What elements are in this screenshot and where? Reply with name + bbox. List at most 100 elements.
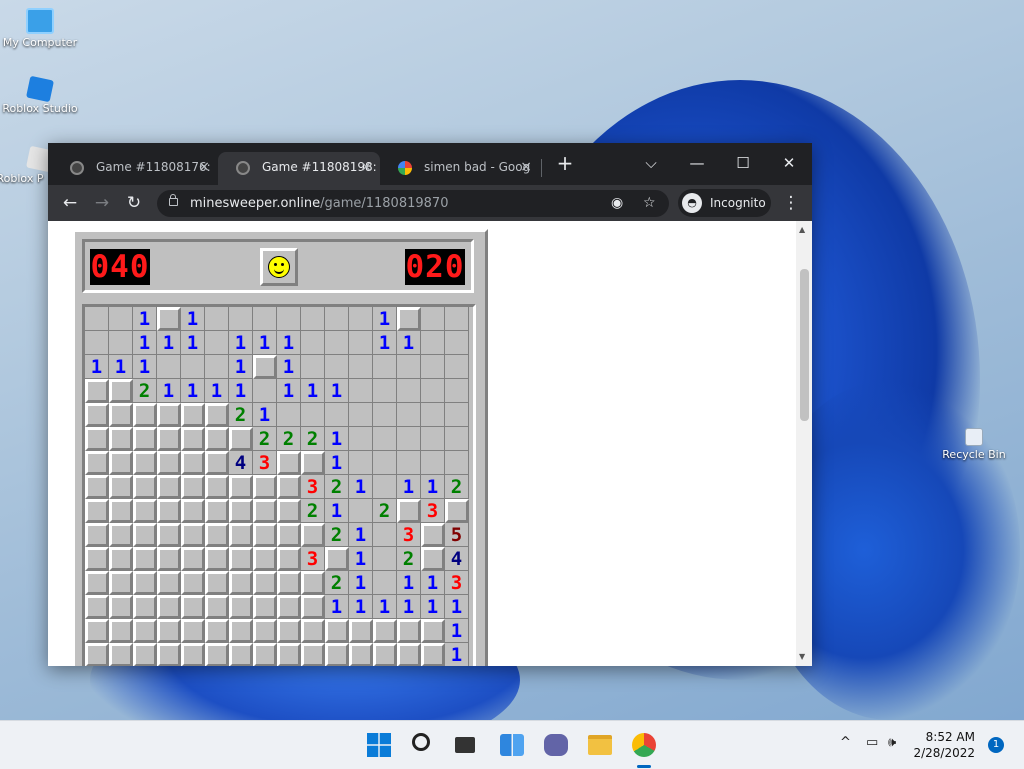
unrevealed-cell[interactable] [277,643,301,666]
number-cell[interactable]: 1 [229,331,253,355]
number-cell[interactable]: 3 [397,523,421,547]
number-cell[interactable]: 2 [277,427,301,451]
chrome-menu-button[interactable]: ⋮ [781,192,801,214]
number-cell[interactable]: 3 [253,451,277,475]
unrevealed-cell[interactable] [445,499,469,523]
unrevealed-cell[interactable] [85,379,109,403]
unrevealed-cell[interactable] [133,619,157,643]
empty-cell[interactable] [349,331,373,355]
unrevealed-cell[interactable] [157,499,181,523]
unrevealed-cell[interactable] [109,427,133,451]
unrevealed-cell[interactable] [421,547,445,571]
unrevealed-cell[interactable] [109,595,133,619]
number-cell[interactable]: 1 [181,307,205,331]
vertical-scrollbar[interactable]: ▲ ▼ [796,221,812,666]
unrevealed-cell[interactable] [253,619,277,643]
number-cell[interactable]: 1 [253,403,277,427]
unrevealed-cell[interactable] [157,403,181,427]
empty-cell[interactable] [373,427,397,451]
number-cell[interactable]: 1 [421,571,445,595]
tab-close-icon[interactable]: × [360,152,372,183]
unrevealed-cell[interactable] [205,595,229,619]
number-cell[interactable]: 1 [325,595,349,619]
unrevealed-cell[interactable] [181,475,205,499]
unrevealed-cell[interactable] [181,619,205,643]
unrevealed-cell[interactable] [157,523,181,547]
empty-cell[interactable] [205,307,229,331]
unrevealed-cell[interactable] [85,451,109,475]
empty-cell[interactable] [349,307,373,331]
unrevealed-cell[interactable] [133,499,157,523]
number-cell[interactable]: 1 [325,451,349,475]
bookmark-star-icon[interactable]: ☆ [643,190,656,217]
unrevealed-cell[interactable] [157,547,181,571]
file-explorer-icon[interactable] [588,735,612,755]
number-cell[interactable]: 1 [229,355,253,379]
empty-cell[interactable] [397,355,421,379]
tab-google-search[interactable]: simen bad - Goog × [380,152,540,185]
unrevealed-cell[interactable] [181,547,205,571]
empty-cell[interactable] [373,355,397,379]
unrevealed-cell[interactable] [229,571,253,595]
unrevealed-cell[interactable] [181,499,205,523]
empty-cell[interactable] [277,403,301,427]
address-bar[interactable]: minesweeper.online/game/1180819870 ◉ ☆ [157,190,669,217]
unrevealed-cell[interactable] [397,643,421,666]
unrevealed-cell[interactable] [253,523,277,547]
forward-button[interactable]: → [90,192,114,214]
empty-cell[interactable] [301,331,325,355]
unrevealed-cell[interactable] [109,523,133,547]
number-cell[interactable]: 1 [205,379,229,403]
unrevealed-cell[interactable] [421,523,445,547]
empty-cell[interactable] [349,355,373,379]
unrevealed-cell[interactable] [301,571,325,595]
empty-cell[interactable] [373,475,397,499]
number-cell[interactable]: 1 [445,643,469,666]
number-cell[interactable]: 1 [229,379,253,403]
number-cell[interactable]: 3 [421,499,445,523]
tracking-protection-eye-icon[interactable]: ◉ [611,190,623,217]
unrevealed-cell[interactable] [133,595,157,619]
empty-cell[interactable] [349,427,373,451]
unrevealed-cell[interactable] [85,595,109,619]
unrevealed-cell[interactable] [301,643,325,666]
unrevealed-cell[interactable] [301,619,325,643]
empty-cell[interactable] [205,331,229,355]
number-cell[interactable]: 2 [301,427,325,451]
empty-cell[interactable] [181,355,205,379]
unrevealed-cell[interactable] [373,619,397,643]
unrevealed-cell[interactable] [421,643,445,666]
reload-button[interactable]: ↻ [122,192,146,214]
number-cell[interactable]: 3 [445,571,469,595]
number-cell[interactable]: 1 [133,355,157,379]
unrevealed-cell[interactable] [109,571,133,595]
number-cell[interactable]: 1 [349,475,373,499]
unrevealed-cell[interactable] [181,451,205,475]
unrevealed-cell[interactable] [397,307,421,331]
unrevealed-cell[interactable] [301,595,325,619]
unrevealed-cell[interactable] [253,643,277,666]
empty-cell[interactable] [85,307,109,331]
number-cell[interactable]: 4 [445,547,469,571]
unrevealed-cell[interactable] [205,571,229,595]
unrevealed-cell[interactable] [133,403,157,427]
unrevealed-cell[interactable] [85,523,109,547]
number-cell[interactable]: 1 [325,427,349,451]
number-cell[interactable]: 1 [349,523,373,547]
unrevealed-cell[interactable] [325,643,349,666]
empty-cell[interactable] [373,571,397,595]
unrevealed-cell[interactable] [205,499,229,523]
unrevealed-cell[interactable] [229,595,253,619]
empty-cell[interactable] [373,403,397,427]
unrevealed-cell[interactable] [325,619,349,643]
empty-cell[interactable] [397,403,421,427]
empty-cell[interactable] [325,403,349,427]
unrevealed-cell[interactable] [133,475,157,499]
unrevealed-cell[interactable] [205,547,229,571]
unrevealed-cell[interactable] [205,403,229,427]
number-cell[interactable]: 1 [445,595,469,619]
empty-cell[interactable] [421,379,445,403]
unrevealed-cell[interactable] [373,643,397,666]
number-cell[interactable]: 1 [349,547,373,571]
start-icon[interactable] [367,733,391,757]
